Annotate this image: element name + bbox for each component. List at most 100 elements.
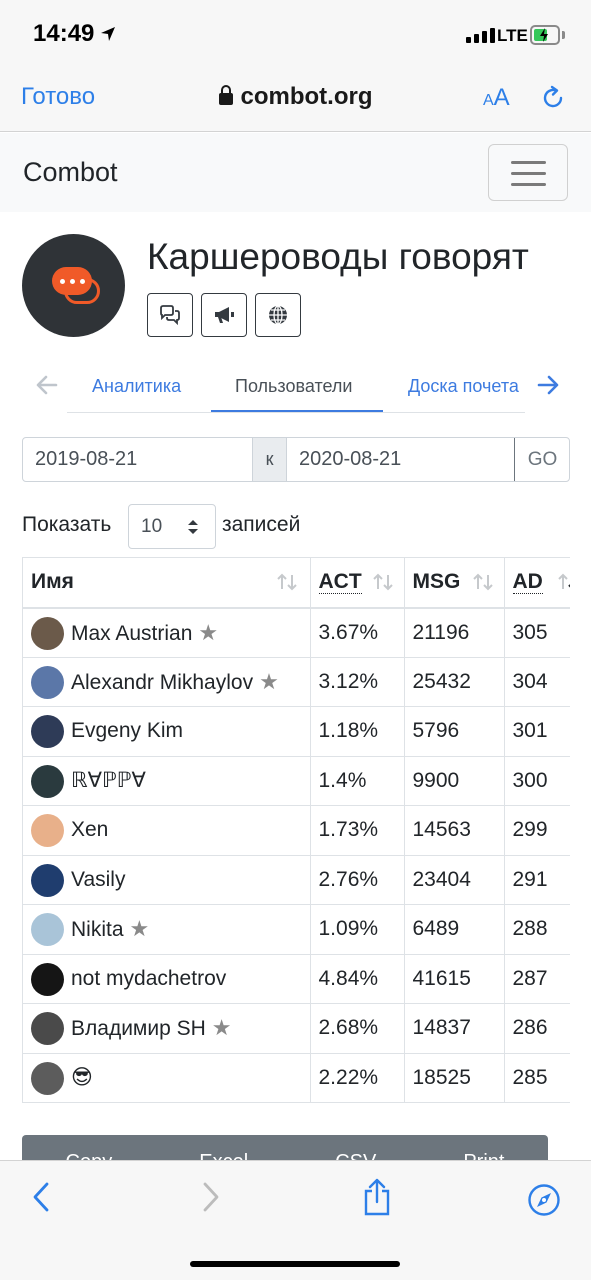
user-cell[interactable]: Max Austrian ★: [23, 607, 311, 658]
user-cell[interactable]: ℝ∀ℙℙ∀: [23, 756, 311, 806]
act-cell: 1.18%: [310, 706, 405, 757]
share-icon[interactable]: [362, 1177, 392, 1217]
ad-cell: 285: [504, 1053, 570, 1103]
col-header-act[interactable]: ACT: [310, 557, 405, 609]
act-cell: 1.4%: [310, 756, 405, 806]
user-cell[interactable]: 😎: [23, 1053, 311, 1103]
ad-cell: 287: [504, 954, 570, 1004]
act-cell: 2.76%: [310, 855, 405, 905]
msg-cell: 6489: [404, 904, 505, 955]
col-header-name[interactable]: Имя: [23, 557, 311, 609]
user-cell[interactable]: Vasily: [23, 855, 311, 905]
date-to-input[interactable]: [287, 438, 514, 481]
channel-button[interactable]: [201, 293, 247, 337]
table-row[interactable]: Max Austrian ★ 3.67% 21196 305: [23, 607, 570, 658]
battery-icon: [530, 25, 560, 45]
act-cell: 2.68%: [310, 1003, 405, 1054]
lock-icon: [218, 85, 233, 105]
group-title: Каршероводы говорят: [147, 236, 529, 277]
msg-cell: 41615: [404, 954, 505, 1004]
forward-icon[interactable]: [201, 1181, 221, 1213]
user-cell[interactable]: Alexandr Mikhaylov ★: [23, 657, 311, 707]
act-cell: 3.67%: [310, 607, 405, 658]
section-tabs: Аналитика Пользователи Доска почета: [67, 360, 525, 413]
user-cell[interactable]: Evgeny Kim: [23, 706, 311, 757]
user-name: Evgeny Kim: [71, 719, 184, 743]
table-row[interactable]: Xen 1.73% 14563 299: [23, 805, 570, 856]
select-arrows-icon: [188, 520, 198, 534]
table-row[interactable]: Vasily 2.76% 23404 291: [23, 855, 570, 905]
website-button[interactable]: [255, 293, 301, 337]
table-row[interactable]: Evgeny Kim 1.18% 5796 301: [23, 706, 570, 757]
act-cell: 3.12%: [310, 657, 405, 707]
site-navbar: Combot: [0, 133, 591, 212]
entries-value: 10: [141, 516, 163, 537]
tab-analytics[interactable]: Аналитика: [92, 376, 181, 397]
ad-cell: 291: [504, 855, 570, 905]
user-cell[interactable]: Nikita ★: [23, 904, 311, 955]
user-cell[interactable]: Владимир SH ★: [23, 1003, 311, 1054]
avatar: [31, 913, 64, 946]
user-cell[interactable]: not mydachetrov: [23, 954, 311, 1004]
table-row[interactable]: Nikita ★ 1.09% 6489 288: [23, 904, 570, 955]
date-from-input[interactable]: [23, 438, 252, 481]
date-range-group: к GO: [22, 437, 570, 482]
hamburger-icon: [511, 161, 546, 164]
entries-suffix: записей: [222, 513, 301, 536]
sort-icon: [276, 573, 297, 591]
ad-cell: 300: [504, 756, 570, 806]
signal-icon: [466, 28, 495, 43]
browser-top-bar: Готово combot.org AA: [0, 64, 591, 132]
table-row[interactable]: ℝ∀ℙℙ∀ 1.4% 9900 300: [23, 756, 570, 806]
entries-select[interactable]: 10: [128, 504, 216, 549]
go-button[interactable]: GO: [514, 438, 570, 481]
compass-icon[interactable]: [527, 1183, 561, 1217]
tab-users[interactable]: Пользователи: [235, 376, 352, 397]
group-avatar: [22, 234, 125, 337]
menu-toggle-button[interactable]: [488, 144, 568, 201]
date-separator: к: [252, 438, 287, 481]
avatar: [31, 764, 64, 798]
act-cell: 1.73%: [310, 805, 405, 856]
user-name: Nikita: [71, 918, 124, 942]
avatar: [31, 863, 64, 897]
table-row[interactable]: Владимир SH ★ 2.68% 14837 286: [23, 1003, 570, 1054]
table-row[interactable]: Alexandr Mikhaylov ★ 3.12% 25432 304: [23, 657, 570, 707]
text-size-button[interactable]: AA: [483, 84, 510, 112]
avatar: [31, 616, 64, 650]
status-time: 14:49: [33, 20, 95, 47]
table-row[interactable]: not mydachetrov 4.84% 41615 287: [23, 954, 570, 1004]
act-cell: 2.22%: [310, 1053, 405, 1103]
user-name: not mydachetrov: [71, 966, 227, 990]
user-name: Xen: [71, 818, 109, 842]
ad-cell: 301: [504, 706, 570, 757]
user-cell[interactable]: Xen: [23, 805, 311, 856]
tabs-prev-icon[interactable]: [35, 373, 59, 397]
brand-logo[interactable]: Combot: [23, 157, 118, 188]
chat-button[interactable]: [147, 293, 193, 337]
user-name: Владимир SH: [71, 1017, 206, 1041]
msg-cell: 14837: [404, 1003, 505, 1054]
msg-cell: 14563: [404, 805, 505, 856]
tabs-next-icon[interactable]: [536, 373, 560, 397]
user-name: Vasily: [71, 867, 126, 891]
col-header-msg[interactable]: MSG: [404, 557, 505, 609]
act-cell: 1.09%: [310, 904, 405, 955]
url-text: combot.org: [240, 83, 373, 110]
back-icon[interactable]: [31, 1181, 51, 1213]
star-icon: ★: [198, 619, 219, 645]
msg-cell: 9900: [404, 756, 505, 806]
table-row[interactable]: 😎 2.22% 18525 285: [23, 1053, 570, 1103]
avatar: [31, 1012, 64, 1045]
entries-prefix: Показать: [22, 513, 112, 536]
avatar: [31, 1061, 64, 1095]
tab-hall-of-fame[interactable]: Доска почета: [408, 376, 519, 397]
msg-cell: 23404: [404, 855, 505, 905]
users-table-container[interactable]: Имя ACT MSG AD Max Austrian ★ 3.67% 21196 30…: [22, 557, 570, 1103]
star-icon: ★: [259, 668, 279, 694]
avatar: [31, 962, 64, 996]
reload-icon[interactable]: [540, 85, 566, 111]
status-bar: 14:49 LTE: [0, 0, 591, 64]
col-header-ad[interactable]: AD: [504, 557, 570, 609]
location-arrow-icon: [101, 27, 115, 41]
